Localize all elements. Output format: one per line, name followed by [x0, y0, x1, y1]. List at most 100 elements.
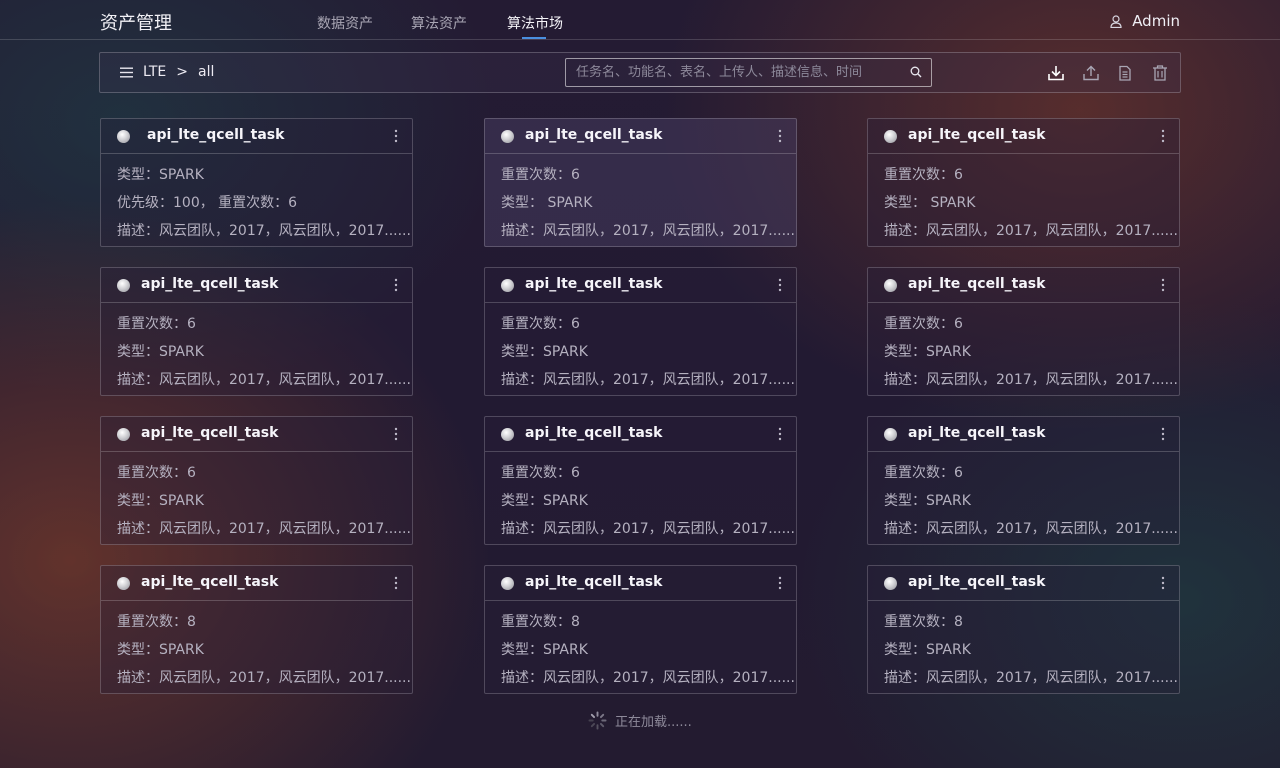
more-options-icon[interactable]	[1161, 427, 1165, 441]
more-options-icon[interactable]	[394, 427, 398, 441]
more-options-icon[interactable]	[778, 278, 782, 292]
card-header: api_lte_qcell_task	[101, 268, 412, 303]
task-card[interactable]: api_lte_qcell_task 重置次数：8 类型：SPARK 描述：风云…	[484, 565, 797, 694]
status-dot	[117, 577, 130, 590]
card-description: 描述：风云团队，2017，风云团队，2017......	[884, 223, 1178, 239]
card-line-1: 类型：SPARK	[117, 167, 204, 183]
card-header: api_lte_qcell_task	[868, 566, 1179, 601]
status-dot	[501, 130, 514, 143]
more-options-icon[interactable]	[1161, 576, 1165, 590]
card-line-2: 类型：SPARK	[884, 493, 971, 509]
card-description: 描述：风云团队，2017，风云团队，2017......	[117, 521, 411, 537]
task-card[interactable]: api_lte_qcell_task 重置次数：8 类型：SPARK 描述：风云…	[867, 565, 1180, 694]
status-dot	[501, 428, 514, 441]
card-description: 描述：风云团队，2017，风云团队，2017......	[884, 372, 1178, 388]
card-header: api_lte_qcell_task	[485, 417, 796, 452]
trash-icon[interactable]	[1151, 64, 1169, 82]
status-dot	[117, 279, 130, 292]
task-card[interactable]: api_lte_qcell_task 重置次数：8 类型：SPARK 描述：风云…	[100, 565, 413, 694]
task-card[interactable]: api_lte_qcell_task 重置次数：6 类型：SPARK 描述：风云…	[484, 416, 797, 545]
card-title: api_lte_qcell_task	[141, 276, 279, 292]
task-card[interactable]: api_lte_qcell_task 重置次数：6 类型： SPARK 描述：风…	[867, 118, 1180, 247]
download-icon[interactable]	[1047, 64, 1065, 82]
more-options-icon[interactable]	[778, 129, 782, 143]
upload-icon[interactable]	[1082, 64, 1100, 82]
tab-data-assets[interactable]: 数据资产	[317, 13, 373, 33]
task-card[interactable]: api_lte_qcell_task 类型：SPARK 优先级：100， 重置次…	[100, 118, 413, 247]
card-line-1: 重置次数：8	[501, 614, 580, 630]
card-description: 描述：风云团队，2017，风云团队，2017......	[501, 372, 795, 388]
tab-algorithm-assets[interactable]: 算法资产	[411, 13, 467, 33]
breadcrumb-all[interactable]: all	[198, 64, 214, 80]
card-description: 描述：风云团队，2017，风云团队，2017......	[884, 521, 1178, 537]
card-line-1: 重置次数：6	[501, 316, 580, 332]
search-input[interactable]	[566, 59, 906, 86]
more-options-icon[interactable]	[1161, 278, 1165, 292]
more-options-icon[interactable]	[778, 576, 782, 590]
card-title: api_lte_qcell_task	[525, 425, 663, 441]
status-dot	[884, 279, 897, 292]
document-icon[interactable]	[1116, 64, 1134, 82]
card-header: api_lte_qcell_task	[868, 417, 1179, 452]
card-header: api_lte_qcell_task	[101, 119, 412, 154]
more-options-icon[interactable]	[778, 427, 782, 441]
task-card[interactable]: api_lte_qcell_task 重置次数：6 类型：SPARK 描述：风云…	[484, 267, 797, 396]
card-line-2: 类型：SPARK	[884, 642, 971, 658]
status-dot	[117, 428, 130, 441]
card-line-1: 重置次数：8	[884, 614, 963, 630]
card-line-2: 类型：SPARK	[501, 642, 588, 658]
card-line-2: 类型：SPARK	[117, 642, 204, 658]
active-tab-indicator	[522, 37, 546, 39]
status-dot	[884, 130, 897, 143]
card-title: api_lte_qcell_task	[147, 127, 285, 143]
user-menu[interactable]: Admin	[1110, 12, 1180, 30]
card-line-2: 类型：SPARK	[117, 344, 204, 360]
card-line-1: 重置次数：6	[884, 167, 963, 183]
task-card[interactable]: api_lte_qcell_task 重置次数：6 类型：SPARK 描述：风云…	[867, 416, 1180, 545]
loading-text: 正在加载......	[615, 715, 692, 730]
more-options-icon[interactable]	[1161, 129, 1165, 143]
card-header: api_lte_qcell_task	[101, 417, 412, 452]
search-box	[565, 58, 932, 87]
card-line-1: 重置次数：6	[884, 316, 963, 332]
card-title: api_lte_qcell_task	[525, 127, 663, 143]
spinner-icon	[588, 711, 607, 730]
card-line-2: 类型：SPARK	[501, 493, 588, 509]
card-title: api_lte_qcell_task	[525, 276, 663, 292]
card-title: api_lte_qcell_task	[908, 127, 1046, 143]
status-dot	[884, 577, 897, 590]
more-options-icon[interactable]	[394, 129, 398, 143]
card-description: 描述：风云团队，2017，风云团队，2017......	[117, 670, 411, 686]
card-description: 描述：风云团队，2017，风云团队，2017......	[501, 521, 795, 537]
card-description: 描述：风云团队，2017，风云团队，2017......	[117, 372, 411, 388]
card-description: 描述：风云团队，2017，风云团队，2017......	[501, 223, 795, 239]
status-dot	[501, 279, 514, 292]
card-header: api_lte_qcell_task	[868, 268, 1179, 303]
card-header: api_lte_qcell_task	[101, 566, 412, 601]
status-dot	[117, 130, 130, 143]
search-icon[interactable]	[910, 66, 922, 78]
card-line-2: 类型： SPARK	[884, 195, 976, 211]
more-options-icon[interactable]	[394, 278, 398, 292]
task-card[interactable]: api_lte_qcell_task 重置次数：6 类型：SPARK 描述：风云…	[100, 267, 413, 396]
card-title: api_lte_qcell_task	[141, 425, 279, 441]
card-description: 描述：风云团队，2017，风云团队，2017......	[884, 670, 1178, 686]
menu-icon[interactable]	[120, 67, 133, 78]
card-title: api_lte_qcell_task	[908, 574, 1046, 590]
task-card[interactable]: api_lte_qcell_task 重置次数：6 类型： SPARK 描述：风…	[484, 118, 797, 247]
breadcrumb-lte[interactable]: LTE	[143, 64, 166, 80]
card-line-2: 类型： SPARK	[501, 195, 593, 211]
breadcrumb: LTE > all	[120, 64, 214, 80]
user-icon	[1110, 14, 1122, 28]
breadcrumb-separator: >	[176, 64, 189, 80]
more-options-icon[interactable]	[394, 576, 398, 590]
card-line-2: 优先级：100， 重置次数：6	[117, 195, 298, 211]
task-card[interactable]: api_lte_qcell_task 重置次数：6 类型：SPARK 描述：风云…	[100, 416, 413, 545]
card-line-1: 重置次数：6	[501, 167, 580, 183]
card-line-1: 重置次数：8	[117, 614, 196, 630]
tab-algorithm-market[interactable]: 算法市场	[507, 13, 563, 33]
user-name: Admin	[1132, 12, 1180, 30]
task-card[interactable]: api_lte_qcell_task 重置次数：6 类型：SPARK 描述：风云…	[867, 267, 1180, 396]
card-line-1: 重置次数：6	[117, 465, 196, 481]
app-title: 资产管理	[100, 13, 172, 34]
